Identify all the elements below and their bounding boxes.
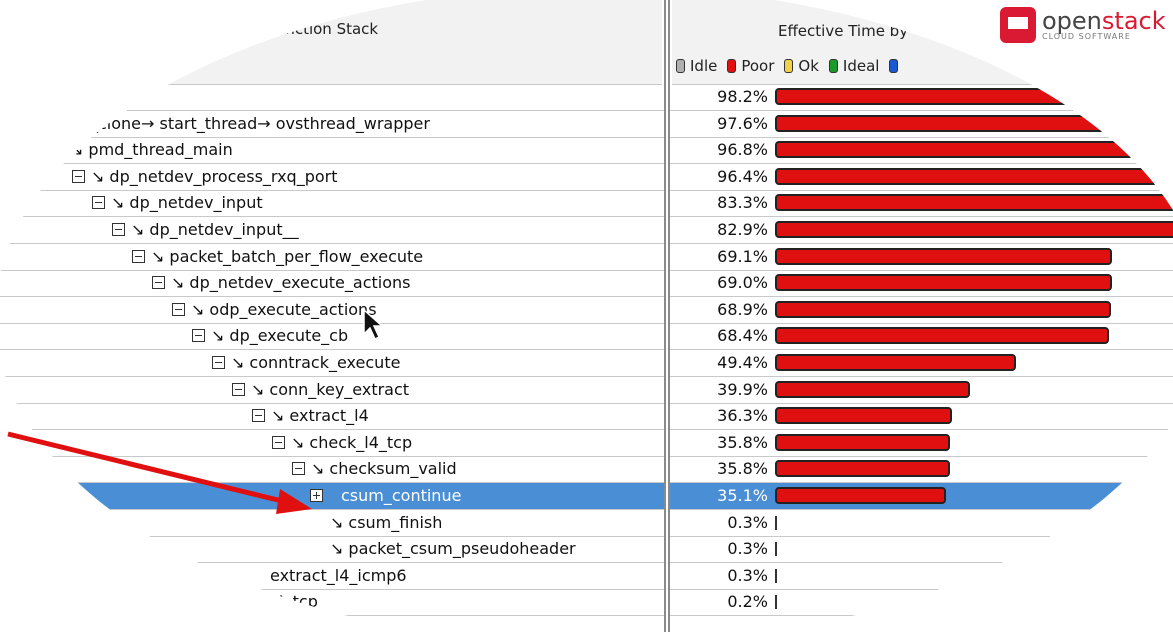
screenshot-stage: Function Stack Effective Time by Idle Po… (0, 0, 1173, 632)
annotation-arrow-icon (7, 431, 312, 514)
mouse-cursor-icon (363, 308, 384, 341)
